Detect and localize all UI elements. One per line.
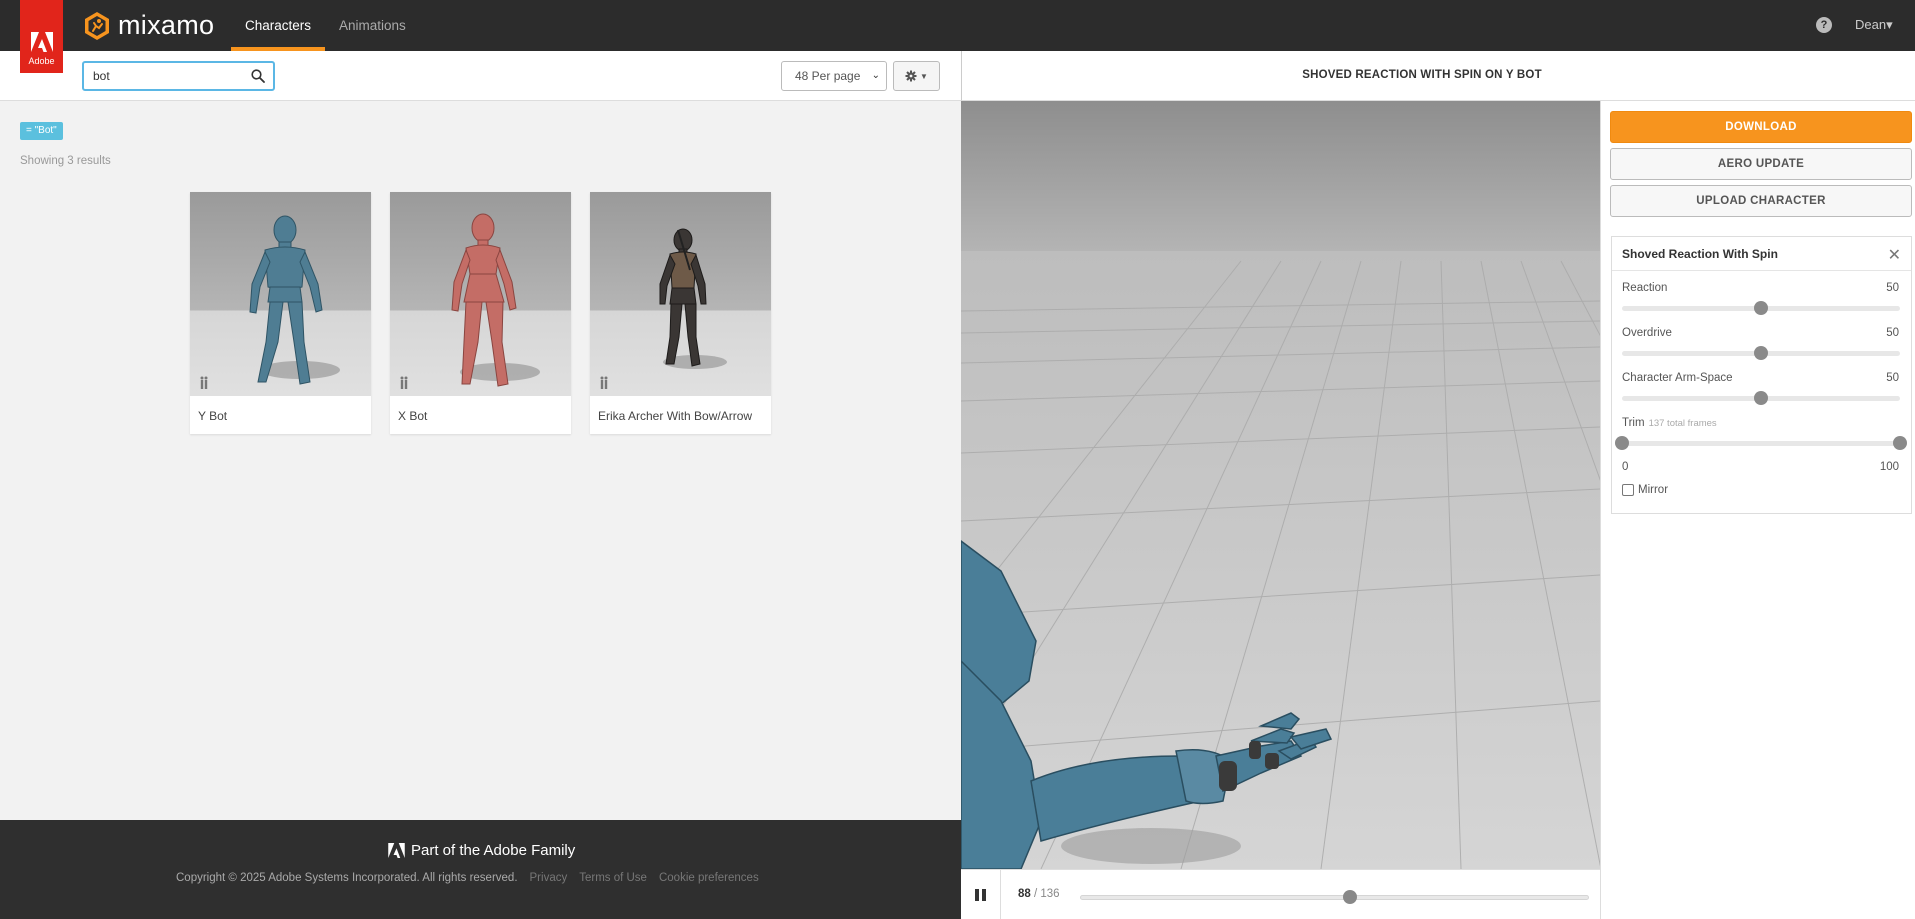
search-toolbar: 48 Per page ⌄ ▼ xyxy=(0,51,961,101)
3d-viewport[interactable] xyxy=(961,101,1600,869)
param-label-reaction: Reaction xyxy=(1622,282,1668,294)
animation-settings-card: Shoved Reaction With Spin ✕ Reaction 50 … xyxy=(1611,236,1912,514)
pause-icon xyxy=(982,889,986,901)
trim-start-value: 0 xyxy=(1622,461,1629,473)
total-frames: 136 xyxy=(1040,888,1060,900)
close-icon[interactable]: ✕ xyxy=(1888,245,1901,265)
param-value-reaction: 50 xyxy=(1886,282,1899,294)
search-icon[interactable] xyxy=(251,69,265,83)
param-value-arm-space: 50 xyxy=(1886,372,1899,384)
timeline-slider[interactable] xyxy=(1080,890,1589,904)
brand-name: mixamo xyxy=(118,10,215,40)
adobe-logo-icon xyxy=(30,32,53,52)
gear-icon xyxy=(905,70,917,82)
character-name: X Bot xyxy=(398,409,428,423)
character-card[interactable]: Erika Archer With Bow/Arrow xyxy=(590,192,771,434)
chevron-down-icon: ⌄ xyxy=(871,70,880,81)
pause-button[interactable] xyxy=(961,870,1001,919)
trim-slider[interactable] xyxy=(1615,436,1907,450)
character-card[interactable]: Y Bot xyxy=(190,192,371,434)
chevron-down-icon: ▾ xyxy=(1886,17,1893,32)
adobe-logo[interactable]: Adobe xyxy=(20,0,63,73)
search-filter-tag[interactable]: = "Bot" xyxy=(20,122,63,140)
help-icon[interactable]: ? xyxy=(1816,17,1832,33)
footer-family-text: Part of the Adobe Family xyxy=(411,842,576,859)
arm-space-slider[interactable] xyxy=(1622,391,1900,405)
param-value-overdrive: 50 xyxy=(1886,327,1899,339)
trim-end-thumb[interactable] xyxy=(1893,436,1907,450)
mirror-option[interactable]: Mirror xyxy=(1622,484,1668,496)
slider-thumb[interactable] xyxy=(1754,301,1768,315)
param-label-overdrive: Overdrive xyxy=(1622,327,1672,339)
timeline-thumb[interactable] xyxy=(1342,890,1357,904)
playback-controls: 88 / 136 xyxy=(961,869,1600,919)
slider-thumb[interactable] xyxy=(1754,346,1768,360)
divider xyxy=(1612,270,1911,271)
reaction-slider[interactable] xyxy=(1622,301,1900,315)
adobe-label: Adobe xyxy=(28,56,55,66)
mirror-checkbox[interactable] xyxy=(1622,484,1634,496)
overdrive-slider[interactable] xyxy=(1622,346,1900,360)
terms-link[interactable]: Terms of Use xyxy=(579,872,647,884)
top-navbar: mixamo Characters Animations ? Dean▾ xyxy=(0,0,1915,51)
character-thumbnail xyxy=(590,192,771,396)
per-page-value: 48 Per page xyxy=(795,69,861,83)
page-footer: Part of the Adobe Family Copyright © 202… xyxy=(0,820,961,919)
user-name: Dean xyxy=(1855,17,1887,32)
footer-links: Copyright © 2025 Adobe Systems Incorpora… xyxy=(176,872,759,884)
side-panel: DOWNLOAD AERO UPDATE UPLOAD CHARACTER Sh… xyxy=(1600,101,1915,919)
search-input[interactable] xyxy=(93,69,243,83)
animation-title: SHOVED REACTION WITH SPIN ON Y BOT xyxy=(1302,69,1542,81)
mixamo-logo-icon xyxy=(85,11,109,40)
frame-counter: 88 / 136 xyxy=(1018,888,1060,900)
pause-icon xyxy=(975,889,979,901)
viewer-header: SHOVED REACTION WITH SPIN ON Y BOT xyxy=(961,51,1915,101)
character-thumbnail xyxy=(390,192,571,396)
user-menu[interactable]: Dean▾ xyxy=(1855,17,1893,33)
character-name: Erika Archer With Bow/Arrow xyxy=(598,409,753,423)
upload-character-button[interactable]: UPLOAD CHARACTER xyxy=(1610,185,1912,217)
tab-characters[interactable]: Characters xyxy=(231,0,326,51)
trim-label: Trim 137 total frames xyxy=(1622,417,1717,429)
search-box xyxy=(82,61,275,91)
param-label-arm-space: Character Arm-Space xyxy=(1622,372,1733,384)
aero-update-button[interactable]: AERO UPDATE xyxy=(1610,148,1912,180)
character-card[interactable]: X Bot xyxy=(390,192,571,434)
settings-dropdown-button[interactable]: ▼ xyxy=(893,61,940,91)
frame-separator: / xyxy=(1030,888,1041,900)
download-button[interactable]: DOWNLOAD xyxy=(1610,111,1912,143)
mirror-label: Mirror xyxy=(1638,484,1669,496)
mixamo-logo[interactable]: mixamo xyxy=(82,10,214,41)
animation-name: Shoved Reaction With Spin xyxy=(1622,247,1778,261)
current-frame: 88 xyxy=(1018,888,1031,900)
caret-icon: ▼ xyxy=(920,71,928,81)
people-icon xyxy=(200,376,208,389)
people-icon xyxy=(600,376,608,389)
trim-total-frames: 137 total frames xyxy=(1648,418,1717,429)
trim-title: Trim xyxy=(1622,417,1645,429)
people-icon xyxy=(400,376,408,389)
adobe-logo-icon xyxy=(388,843,405,858)
trim-start-thumb[interactable] xyxy=(1615,436,1629,450)
trim-end-value: 100 xyxy=(1879,461,1899,473)
privacy-link[interactable]: Privacy xyxy=(530,872,568,884)
per-page-select[interactable]: 48 Per page ⌄ xyxy=(781,61,887,91)
slider-thumb[interactable] xyxy=(1754,391,1768,405)
results-count: Showing 3 results xyxy=(20,155,111,167)
footer-brand: Part of the Adobe Family xyxy=(388,842,575,859)
character-thumbnail xyxy=(190,192,371,396)
character-name: Y Bot xyxy=(198,409,228,423)
copyright-text: Copyright © 2025 Adobe Systems Incorpora… xyxy=(176,872,518,884)
cookie-preferences-link[interactable]: Cookie preferences xyxy=(659,872,759,884)
tab-animations[interactable]: Animations xyxy=(325,0,420,51)
